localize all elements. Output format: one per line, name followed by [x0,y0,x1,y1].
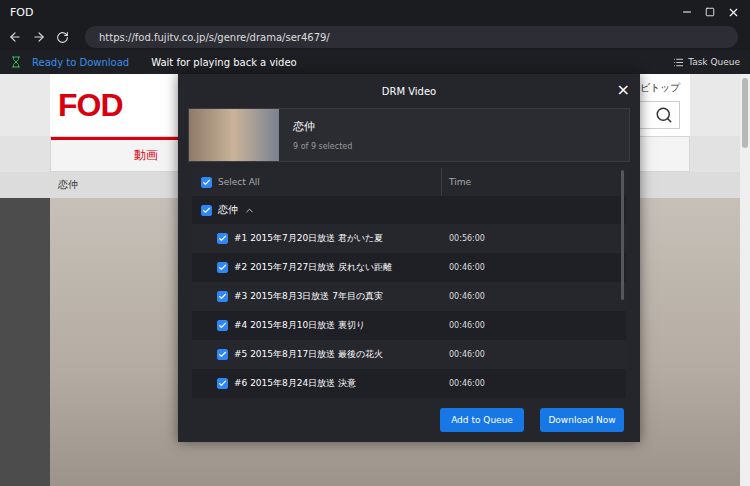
dialog-button[interactable]: Download Now [540,408,624,432]
window-controls [681,6,740,19]
check-icon [218,263,227,272]
top-link[interactable]: ビトップ [640,81,680,95]
dialog-footer: Add to Queue Download Now [178,398,640,432]
group-checkbox[interactable] [201,205,212,216]
check-icon [202,206,211,215]
check-icon [218,379,227,388]
check-icon [218,321,227,330]
check-icon [218,234,227,243]
dialog-header: DRM Video × [178,74,640,108]
video-thumbnail [189,109,279,161]
select-all-label: Select All [218,177,260,187]
app-window: FOD https://fod.fujitv.co.jp/s/genre/dram… [0,0,750,486]
episode-time: 00:46:00 [441,282,626,311]
episode-title: #6 2015年8月24日放送 決意 [234,377,356,390]
task-queue-button[interactable]: Task Queue [673,57,740,68]
window-title: FOD [10,6,33,19]
hourglass-icon [10,56,22,68]
episode-title: #1 2015年7月20日放送 君がいた夏 [234,232,383,245]
episode-checkbox[interactable] [217,349,228,360]
episode-time: 00:46:00 [441,340,626,369]
dialog-button[interactable]: Add to Queue [440,408,524,432]
episode-title: #4 2015年8月10日放送 裏切り [234,319,365,332]
refresh-icon[interactable] [56,31,69,44]
episode-row[interactable]: #1 2015年7月20日放送 君がいた夏 00:56:00 [192,224,626,253]
check-icon [218,292,227,301]
forward-icon[interactable] [32,30,46,44]
episode-checkbox[interactable] [217,233,228,244]
episode-title: #3 2015年8月3日放送 7年目の真実 [234,290,383,303]
group-row[interactable]: 恋仲 [192,196,626,224]
maximize-icon[interactable] [705,7,715,17]
drm-video-dialog: DRM Video × 恋仲 9 of 9 selected Select All Tim… [178,74,640,442]
status-message: Wait for playing back a video [151,57,297,68]
page-scrollbar[interactable] [740,74,750,486]
episode-time: 00:46:00 [441,311,626,340]
check-icon [202,178,211,187]
dialog-close-button[interactable]: × [617,81,630,99]
group-label: 恋仲 [218,203,238,217]
episode-checkbox[interactable] [217,262,228,273]
address-bar: https://fod.fujitv.co.jp/s/genre/drama/s… [0,24,750,50]
episode-row[interactable]: #2 2015年7月27日放送 戻れない距離 00:46:00 [192,253,626,282]
minimize-icon[interactable] [681,6,693,18]
list-icon [673,57,684,68]
episode-title: #2 2015年7月27日放送 戻れない距離 [234,261,392,274]
time-header: Time [449,177,471,187]
title-bar: FOD [0,0,750,24]
close-icon[interactable] [727,6,740,19]
episode-row[interactable]: #5 2015年8月17日放送 最後の花火 00:46:00 [192,340,626,369]
video-card: 恋仲 9 of 9 selected [188,108,630,162]
episode-checkbox[interactable] [217,291,228,302]
episode-list: Select All Time 恋仲 #1 2015年7月20日放送 君がいた夏 00:… [192,168,626,398]
selection-count: 9 of 9 selected [293,142,352,151]
dialog-title: DRM Video [382,86,436,97]
fod-logo[interactable]: FOD [58,87,123,124]
video-title: 恋仲 [293,119,352,134]
episode-checkbox[interactable] [217,378,228,389]
select-all-checkbox[interactable] [201,177,212,188]
status-text: Ready to Download [32,57,129,68]
episode-time: 00:46:00 [441,369,626,398]
episode-checkbox[interactable] [217,320,228,331]
check-icon [218,350,227,359]
episode-row[interactable]: #4 2015年8月10日放送 裏切り 00:46:00 [192,311,626,340]
list-scrollbar[interactable] [621,170,624,300]
episode-time: 00:56:00 [441,224,626,253]
back-icon[interactable] [8,30,22,44]
url-field[interactable]: https://fod.fujitv.co.jp/s/genre/drama/s… [85,26,738,48]
list-header: Select All Time [192,168,626,196]
episode-row[interactable]: #3 2015年8月3日放送 7年目の真実 00:46:00 [192,282,626,311]
episode-row[interactable]: #6 2015年8月24日放送 決意 00:46:00 [192,369,626,398]
search-icon [655,106,673,124]
status-bar: Ready to Download Wait for playing back a… [0,50,750,74]
episode-title: #5 2015年8月17日放送 最後の花火 [234,348,383,361]
collapse-icon[interactable] [244,205,255,216]
episode-time: 00:46:00 [441,253,626,282]
